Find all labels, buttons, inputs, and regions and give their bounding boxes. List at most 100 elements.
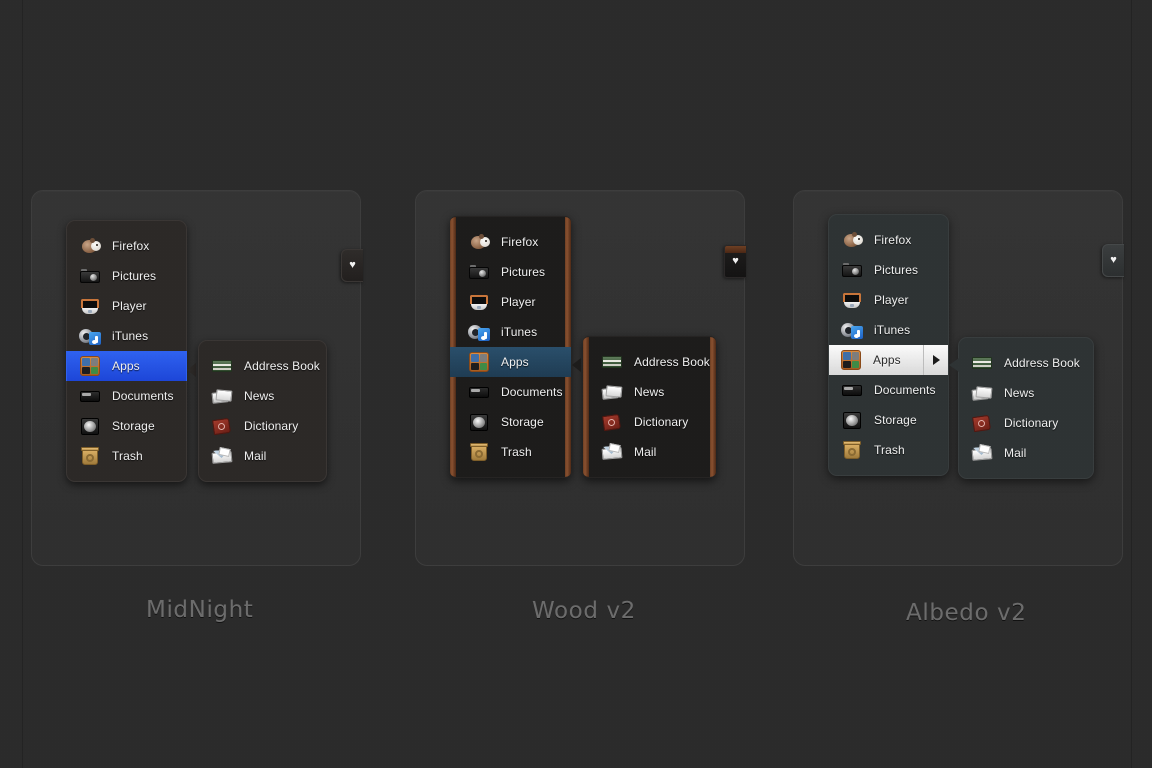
menu-item[interactable]: Storage: [450, 407, 571, 437]
menu-item[interactable]: Trash: [450, 437, 571, 467]
documents-icon: [79, 385, 101, 407]
menu-item[interactable]: Player: [829, 285, 948, 315]
menu-item-selected[interactable]: Apps: [450, 347, 571, 377]
menu-item-label: Firefox: [112, 239, 150, 253]
submenu-item-label: News: [244, 389, 275, 403]
submenu-item[interactable]: Address Book: [959, 348, 1093, 378]
submenu-item[interactable]: Mail: [959, 438, 1093, 468]
menu-main-wood[interactable]: Firefox Pictures Player iTunes Apps Docu…: [450, 216, 571, 478]
newspaper-icon: [211, 385, 233, 407]
red-book-icon: [211, 415, 233, 437]
menu-item[interactable]: iTunes: [450, 317, 571, 347]
menu-item-label: Pictures: [501, 265, 546, 279]
submenu-item-label: Mail: [1004, 446, 1027, 460]
menu-item-label: Player: [874, 293, 909, 307]
documents-icon: [841, 379, 863, 401]
menu-item[interactable]: Trash: [67, 441, 186, 471]
menu-item[interactable]: Documents: [450, 377, 571, 407]
theme-preview-stage: ♥ Firefox Pictures Player iTunes Apps Do…: [0, 0, 1152, 768]
favorites-tab-albedo[interactable]: ♥: [1102, 244, 1124, 277]
submenu-albedo[interactable]: Address Book News Dictionary Mail: [958, 337, 1094, 479]
menu-item[interactable]: Player: [67, 291, 186, 321]
apps-grid-icon: [79, 355, 101, 377]
submenu-item-label: News: [1004, 386, 1035, 400]
submenu-item[interactable]: News: [959, 378, 1093, 408]
newspaper-icon: [971, 382, 993, 404]
menu-item-label: Trash: [874, 443, 905, 457]
itunes-icon: [468, 321, 490, 343]
menu-main-albedo[interactable]: Firefox Pictures Player iTunes Apps Docu…: [828, 214, 949, 476]
green-book-icon: [971, 352, 993, 374]
submenu-item[interactable]: Dictionary: [199, 411, 326, 441]
heart-icon: ♥: [732, 255, 739, 267]
theme-name-albedo: Albedo v2: [906, 600, 1027, 626]
documents-icon: [468, 381, 490, 403]
menu-item-label: Firefox: [501, 235, 539, 249]
menu-item-selected[interactable]: Apps: [829, 345, 948, 375]
menu-item-label: iTunes: [112, 329, 149, 343]
submenu-wood[interactable]: Address Book News Dictionary Mail: [583, 336, 716, 478]
media-player-icon: [79, 295, 101, 317]
menu-item[interactable]: iTunes: [67, 321, 186, 351]
submenu-item-label: Dictionary: [244, 419, 299, 433]
menu-item-label: Trash: [112, 449, 143, 463]
menu-item-label: Storage: [112, 419, 155, 433]
menu-item-label: Apps: [501, 355, 529, 369]
menu-item[interactable]: Trash: [829, 435, 948, 465]
menu-item[interactable]: Firefox: [450, 227, 571, 257]
menu-item[interactable]: Storage: [67, 411, 186, 441]
menu-item[interactable]: Firefox: [829, 225, 948, 255]
menu-item[interactable]: Player: [450, 287, 571, 317]
menu-item[interactable]: Pictures: [67, 261, 186, 291]
trash-icon: [841, 439, 863, 461]
media-player-icon: [841, 289, 863, 311]
firefox-icon: [841, 229, 863, 251]
submenu-item[interactable]: News: [199, 381, 326, 411]
submenu-item[interactable]: Dictionary: [959, 408, 1093, 438]
itunes-icon: [79, 325, 101, 347]
hard-drive-icon: [79, 415, 101, 437]
firefox-icon: [79, 235, 101, 257]
hard-drive-icon: [468, 411, 490, 433]
menu-item-label: Player: [501, 295, 536, 309]
menu-item[interactable]: iTunes: [829, 315, 948, 345]
menu-item[interactable]: Documents: [829, 375, 948, 405]
media-player-icon: [468, 291, 490, 313]
submenu-item[interactable]: News: [583, 377, 716, 407]
menu-item-label: Apps: [873, 353, 901, 367]
newspaper-icon: [601, 381, 623, 403]
menu-item[interactable]: Pictures: [450, 257, 571, 287]
hard-drive-icon: [841, 409, 863, 431]
menu-item[interactable]: Firefox: [67, 231, 186, 261]
submenu-item[interactable]: Mail: [199, 441, 326, 471]
submenu-item[interactable]: Address Book: [583, 347, 716, 377]
envelope-icon: [971, 442, 993, 464]
submenu-item[interactable]: Dictionary: [583, 407, 716, 437]
favorites-tab-wood[interactable]: ♥: [724, 245, 746, 278]
menu-item-label: Pictures: [874, 263, 919, 277]
menu-item-label: Pictures: [112, 269, 157, 283]
menu-item[interactable]: Documents: [67, 381, 186, 411]
submenu-item[interactable]: Address Book: [199, 351, 326, 381]
apps-grid-icon: [840, 349, 862, 371]
green-book-icon: [601, 351, 623, 373]
wood-trim: [725, 246, 746, 253]
heart-icon: ♥: [1110, 254, 1117, 266]
menu-item-selected[interactable]: Apps: [66, 351, 187, 381]
favorites-tab-midnight[interactable]: ♥: [341, 249, 363, 282]
menu-item-label: Documents: [501, 385, 563, 399]
apps-grid-icon: [468, 351, 490, 373]
menu-item-label: Firefox: [874, 233, 912, 247]
red-book-icon: [601, 411, 623, 433]
menu-main-midnight[interactable]: Firefox Pictures Player iTunes Apps Docu…: [66, 220, 187, 482]
camera-icon: [468, 261, 490, 283]
menu-item-label: Storage: [874, 413, 917, 427]
submenu-item-label: Mail: [634, 445, 657, 459]
menu-item[interactable]: Storage: [829, 405, 948, 435]
submenu-pointer-albedo: [949, 358, 959, 372]
menu-item[interactable]: Pictures: [829, 255, 948, 285]
envelope-icon: [211, 445, 233, 467]
chevron-right-icon[interactable]: [923, 345, 948, 375]
submenu-midnight[interactable]: Address Book News Dictionary Mail: [198, 340, 327, 482]
submenu-item[interactable]: Mail: [583, 437, 716, 467]
